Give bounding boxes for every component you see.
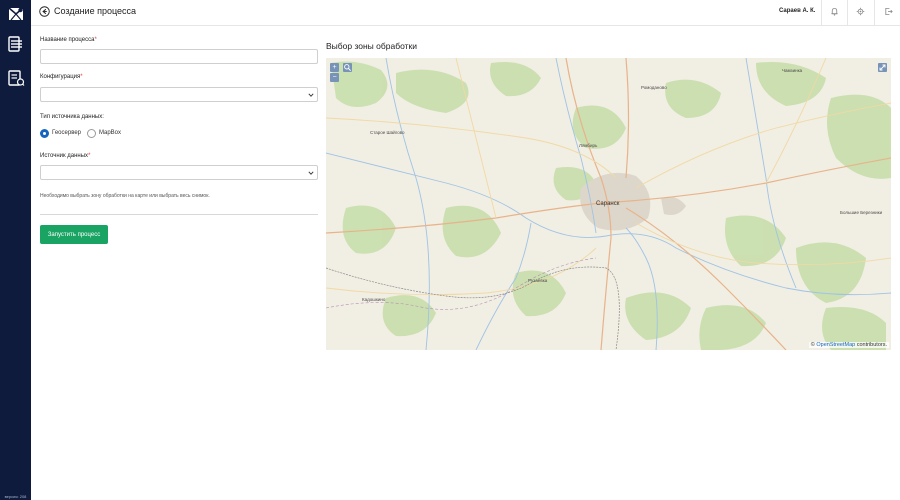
logout-icon[interactable] [884,7,893,16]
map-label-place: Рузаевка [528,278,548,283]
map-label-place: Ромоданово [641,85,667,90]
sidebar: версия: 208 [0,0,31,500]
sidebar-item-home[interactable] [0,0,31,28]
zoom-box-button[interactable] [343,63,352,72]
form-divider [40,214,318,215]
process-name-label: Название процесса* [40,37,97,43]
radio-mapbox-label[interactable]: MapBox [99,130,121,136]
openstreetmap-link[interactable]: OpenStreetMap [816,342,855,348]
chevron-down-icon [308,171,314,175]
user-name[interactable]: Сараев А. К. [779,8,815,14]
page-title: Создание процесса [54,6,137,16]
configuration-select[interactable] [40,87,318,102]
source-type-label: Тип источника данных: [40,114,104,120]
back-arrow-icon[interactable] [39,6,50,17]
search-icon [344,64,351,71]
map-title: Выбор зоны обработки [326,41,417,51]
header-divider [874,0,875,26]
report-icon [7,70,24,86]
radio-mapbox[interactable] [87,129,96,138]
header-divider [821,0,822,26]
chevron-down-icon [308,93,314,97]
map-label-place: Старое Шайгово [370,130,405,135]
sidebar-item-reports[interactable] [0,64,31,92]
header-divider [847,0,848,26]
map-view[interactable]: Саранск Старое Шайгово Лямбирь Рузаевка … [326,58,891,350]
fullscreen-button[interactable] [878,63,887,72]
radio-geoserver-label[interactable]: Геосервер [52,130,81,136]
map-attribution: © OpenStreetMap contributors. [808,342,889,348]
data-source-select[interactable] [40,165,318,180]
selection-hint: Необходимо выбрать зону обработки на кар… [40,193,210,199]
process-list-icon [7,36,22,52]
map-label-city: Саранск [596,201,620,207]
run-process-button[interactable]: Запустить процесс [40,225,108,244]
gear-icon[interactable] [856,7,865,16]
map-logo-icon [7,7,24,21]
expand-icon [879,64,886,71]
data-source-label: Источник данных* [40,153,91,159]
version-label: версия: 208 [4,494,27,499]
map-label-place: Лямбирь [579,143,598,148]
bell-icon[interactable] [830,7,839,16]
radio-geoserver[interactable] [40,129,49,138]
map-label-place: Большие Березники [840,210,883,215]
map-label-place: Кадошкино [362,297,386,302]
configuration-label: Конфигурация* [40,74,83,80]
map-label-place: Чамзинка [782,68,803,73]
zoom-in-button[interactable]: + [330,63,339,72]
header: Создание процесса Сараев А. К. [31,0,900,26]
zoom-out-button[interactable]: − [330,73,339,82]
sidebar-item-processes[interactable] [0,30,31,58]
process-name-input[interactable] [40,49,318,64]
